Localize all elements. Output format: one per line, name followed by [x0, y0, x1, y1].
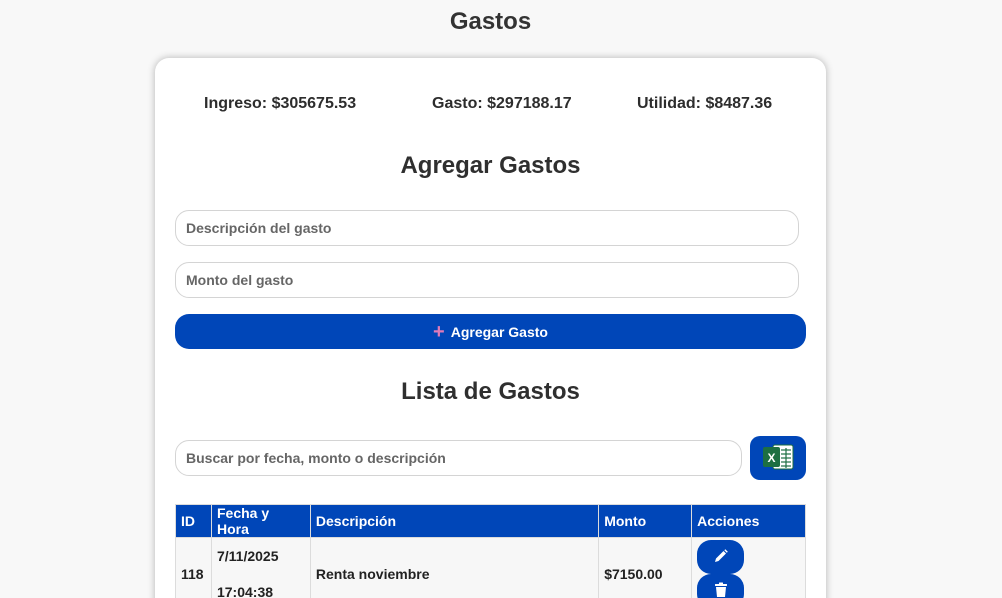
pencil-icon	[713, 548, 729, 567]
add-expense-button-label: Agregar Gasto	[450, 323, 548, 340]
add-expenses-title: Agregar Gastos	[400, 152, 581, 179]
add-expense-button[interactable]: + Agregar Gasto	[175, 314, 806, 349]
trash-icon	[714, 582, 728, 598]
column-header-description: Descripción	[309, 504, 600, 538]
expense-list-title: Lista de Gastos	[401, 378, 580, 405]
cell-id: 118	[175, 537, 212, 598]
table-row: 118 7/11/2025 17:04:38 Renta noviembre $…	[175, 537, 806, 598]
income-summary: Ingreso: $305675.53	[204, 95, 357, 112]
excel-icon: X	[762, 443, 794, 474]
edit-button[interactable]	[697, 540, 745, 574]
search-input[interactable]	[175, 440, 742, 476]
column-header-id: ID	[175, 504, 212, 538]
expense-amount-input[interactable]	[175, 262, 799, 298]
table-header-row: ID Fecha y Hora Descripción Monto Accion…	[175, 504, 806, 538]
plus-icon: +	[433, 320, 445, 343]
cell-actions	[691, 537, 806, 598]
delete-button[interactable]	[697, 574, 745, 598]
column-header-amount: Monto	[598, 504, 693, 538]
expenses-table: ID Fecha y Hora Descripción Monto Accion…	[175, 504, 806, 598]
column-header-actions: Acciones	[691, 504, 806, 538]
page-title: Gastos	[449, 8, 532, 35]
svg-text:X: X	[767, 451, 775, 465]
cell-time: 17:04:38	[216, 584, 274, 598]
cell-description: Renta noviembre	[309, 537, 600, 598]
column-header-date: Fecha y Hora	[210, 504, 311, 538]
expense-description-input[interactable]	[175, 210, 799, 246]
cell-amount: $7150.00	[598, 537, 693, 598]
cell-date: 7/11/2025	[216, 548, 279, 564]
export-excel-button[interactable]: X	[750, 436, 806, 480]
profit-summary: Utilidad: $8487.36	[637, 95, 773, 112]
expense-summary: Gasto: $297188.17	[432, 95, 572, 112]
cell-datetime: 7/11/2025 17:04:38	[210, 537, 311, 598]
